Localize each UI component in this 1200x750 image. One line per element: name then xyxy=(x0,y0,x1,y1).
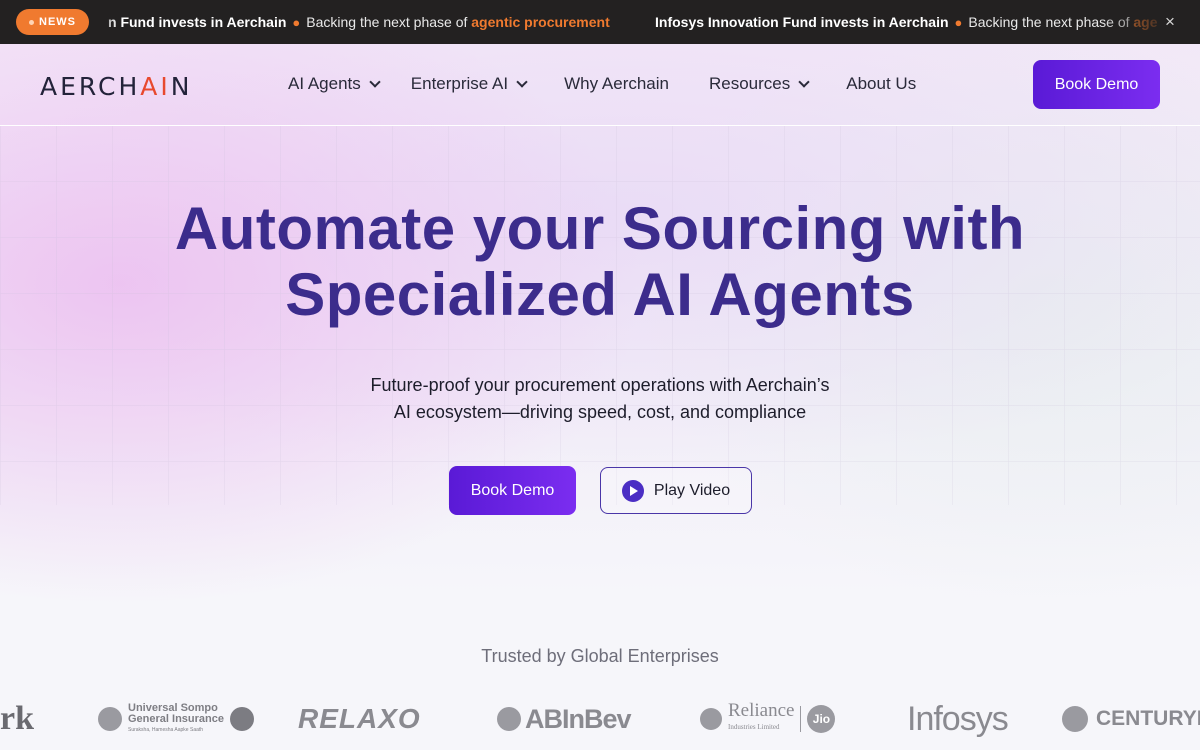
centuryply-name: CENTURYPLY xyxy=(1096,707,1200,730)
news-separator-icon: ● xyxy=(954,14,963,30)
sompo-line-2: General Insurance xyxy=(128,712,224,725)
reliance-name: Reliance xyxy=(728,700,795,721)
play-icon xyxy=(621,479,644,502)
reliance-sub: Industries Limited xyxy=(728,723,780,731)
logo-divider xyxy=(800,706,802,732)
close-icon[interactable]: × xyxy=(1160,12,1180,32)
nav-label: Why Aerchain xyxy=(564,74,669,93)
sompo-emblem-icon xyxy=(98,707,122,731)
hero-subtitle: Future-proof your procurement operations… xyxy=(0,372,1200,426)
client-logo-universal-sompo: Universal Sompo General Insurance Suraks… xyxy=(98,694,254,744)
abinbev-name: ABInBev xyxy=(525,703,632,734)
sompo-tagline: Suraksha, Hamesha Aapke Saath xyxy=(128,726,204,733)
news-lead: n Fund invests in Aerchain xyxy=(108,14,287,30)
client-logo-reliance-jio: Reliance Industries Limited Jio xyxy=(700,694,836,744)
client-logo-partial: rk xyxy=(0,700,34,737)
main-nav: AI Agents Enterprise AI Why Aerchain Res… xyxy=(288,72,916,96)
news-badge-dot-icon xyxy=(29,19,34,25)
jio-logo-icon: Jio xyxy=(807,705,836,733)
nav-label: Resources xyxy=(709,74,791,93)
hero-title-line-2: Specialized AI Agents xyxy=(285,261,915,328)
hero-subtitle-line-2: AI ecosystem—driving speed, cost, and co… xyxy=(393,402,807,422)
hero-subtitle-line-1: Future-proof your procurement operations… xyxy=(370,375,830,395)
chevron-down-icon xyxy=(798,76,810,88)
news-ticker-item-1[interactable]: n Fund invests in Aerchain ● Backing the… xyxy=(108,0,610,44)
nav-label: Enterprise AI xyxy=(410,74,509,93)
centuryply-emblem-icon xyxy=(1062,706,1088,732)
chevron-down-icon xyxy=(369,76,381,88)
nav-label: AI Agents xyxy=(288,74,361,93)
news-lead: Infosys Innovation Fund invests in Aerch… xyxy=(655,14,949,30)
news-separator-icon: ● xyxy=(292,14,301,30)
client-logo-centuryply: CENTURYPLY xyxy=(1062,694,1200,744)
site-header: AERCHAIN AI Agents Enterprise AI Why Aer… xyxy=(0,44,1200,126)
play-video-button[interactable]: Play Video xyxy=(600,467,752,514)
nav-item-enterprise-ai[interactable]: Enterprise AI xyxy=(410,74,528,94)
news-ticker-item-2[interactable]: Infosys Innovation Fund invests in Aerch… xyxy=(655,0,1158,44)
client-logo-abinbev: ABInBev xyxy=(497,694,632,744)
logo-text-pre: AERCH xyxy=(40,72,141,101)
news-bar: n Fund invests in Aerchain ● Backing the… xyxy=(0,0,1200,44)
hero-book-demo-button[interactable]: Book Demo xyxy=(449,466,576,515)
hero-title: Automate your Sourcing with Specialized … xyxy=(0,196,1200,328)
logo-text-ai: AI xyxy=(140,72,171,101)
client-logo-relaxo: RELAXO xyxy=(298,703,421,734)
sompo-globe-icon xyxy=(230,707,254,731)
hero-title-line-1: Automate your Sourcing with xyxy=(174,195,1026,262)
nav-label: About Us xyxy=(846,74,917,93)
aerchain-logo[interactable]: AERCHAIN xyxy=(40,72,192,101)
sompo-line-1: Universal Sompo xyxy=(128,701,218,714)
trusted-heading: Trusted by Global Enterprises xyxy=(481,646,719,666)
chevron-down-icon xyxy=(516,76,528,88)
client-logo-infosys: Infosys xyxy=(907,699,1009,738)
reliance-emblem-icon xyxy=(700,708,722,730)
client-logo-strip: rk Universal Sompo General Insurance Sur… xyxy=(0,694,1200,744)
news-badge-label: NEWS xyxy=(39,16,76,28)
play-video-label: Play Video xyxy=(653,481,731,499)
nav-item-ai-agents[interactable]: AI Agents xyxy=(288,74,381,94)
news-accent: agentic procurement xyxy=(471,14,610,30)
nav-item-about-us[interactable]: About Us xyxy=(846,74,916,94)
news-fade-left xyxy=(88,0,118,44)
news-middle: Backing the next phase of xyxy=(306,14,468,30)
nav-item-why-aerchain[interactable]: Why Aerchain xyxy=(564,74,669,94)
header-book-demo-button[interactable]: Book Demo xyxy=(1033,60,1160,109)
news-badge: NEWS xyxy=(16,9,89,35)
abinbev-emblem-icon xyxy=(497,707,521,731)
nav-item-resources[interactable]: Resources xyxy=(709,74,810,94)
logo-text-post: N xyxy=(170,72,193,101)
